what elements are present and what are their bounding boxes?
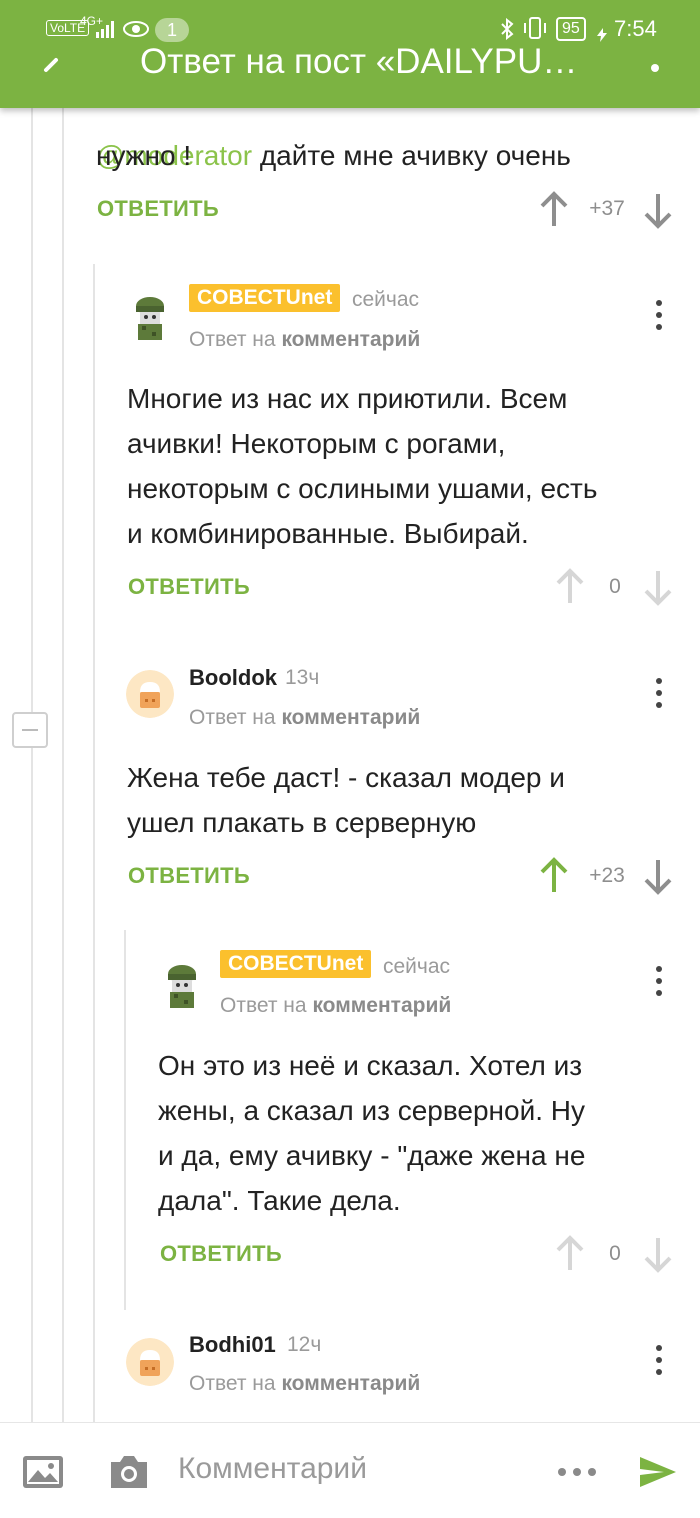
- comment-time: сейчас: [352, 288, 420, 311]
- comment-text: Многие из нас их приютили. Всем ачивки! …: [127, 383, 598, 549]
- app-header: VoLTE 4G+ 1 95 7:54 Ответ на пост «DAILY…: [0, 0, 700, 108]
- collapse-thread-button[interactable]: [12, 712, 48, 748]
- username-badge[interactable]: COBECTUnet: [189, 284, 341, 312]
- comment-menu-icon[interactable]: [654, 300, 664, 334]
- notification-count-badge: 1: [155, 18, 190, 42]
- thread-line: [93, 264, 95, 1422]
- signal-icon: [96, 20, 118, 44]
- comment-score: 0: [609, 575, 621, 598]
- upvote-arrow-icon[interactable]: [536, 190, 572, 230]
- upvote-arrow-icon[interactable]: [552, 567, 588, 607]
- downvote-arrow-icon[interactable]: [640, 856, 676, 896]
- reply-button[interactable]: ОТВЕТИТЬ: [160, 1241, 282, 1267]
- camera-icon[interactable]: [108, 1452, 150, 1495]
- comment-time: 12ч: [287, 1333, 322, 1356]
- thread-line: [124, 930, 126, 1310]
- reply-to-prefix: Ответ на: [220, 994, 307, 1017]
- battery-indicator: 95: [556, 17, 586, 41]
- comment-time: сейчас: [383, 955, 451, 978]
- page-title: Ответ на пост «DAILYPU…: [140, 42, 578, 81]
- username[interactable]: Bodhi01: [189, 1332, 276, 1358]
- reply-to-label: Ответ на комментарий: [189, 328, 420, 352]
- comment-input[interactable]: Комментарий: [178, 1452, 367, 1486]
- comment-text: Он это из неё и сказал. Хотел из жены, а…: [158, 1050, 586, 1216]
- reply-button[interactable]: ОТВЕТИТЬ: [128, 574, 250, 600]
- comment-text: Жена тебе даст! - сказал модер и ушел пл…: [127, 762, 565, 838]
- clock: 7:54: [614, 16, 657, 41]
- reply-to-link[interactable]: комментарий: [312, 994, 451, 1017]
- downvote-arrow-icon[interactable]: [640, 1234, 676, 1274]
- comment-menu-icon[interactable]: [654, 966, 664, 1000]
- avatar[interactable]: [158, 960, 206, 1008]
- reply-to-link[interactable]: комментарий: [281, 706, 420, 729]
- upvote-arrow-icon[interactable]: [536, 856, 572, 896]
- reply-to-prefix: Ответ на: [189, 706, 276, 729]
- avatar[interactable]: [126, 670, 174, 718]
- reply-to-link[interactable]: комментарий: [281, 328, 420, 351]
- reply-to-prefix: Ответ на: [189, 328, 276, 351]
- comment-menu-icon[interactable]: [654, 678, 664, 712]
- reply-to-link[interactable]: комментарий: [281, 1372, 420, 1395]
- thread-line: [31, 748, 33, 1422]
- reply-button[interactable]: ОТВЕТИТЬ: [128, 863, 250, 889]
- reply-to-label: Ответ на комментарий: [189, 706, 420, 730]
- send-icon[interactable]: [638, 1455, 678, 1494]
- upvote-arrow-icon[interactable]: [552, 1234, 588, 1274]
- comment-menu-icon[interactable]: [654, 1345, 664, 1379]
- more-menu-button[interactable]: [640, 40, 670, 80]
- thread-line: [31, 108, 33, 712]
- comment-time: 13ч: [285, 666, 320, 689]
- comment-score: +37: [589, 197, 625, 220]
- downvote-arrow-icon[interactable]: [640, 567, 676, 607]
- downvote-arrow-icon[interactable]: [640, 190, 676, 230]
- thread-line: [62, 108, 64, 1422]
- image-icon[interactable]: [22, 1455, 64, 1494]
- reply-to-label: Ответ на комментарий: [189, 1372, 420, 1396]
- username-badge[interactable]: COBECTUnet: [220, 950, 372, 978]
- username[interactable]: Booldok: [189, 665, 277, 691]
- avatar[interactable]: [126, 292, 174, 340]
- reply-to-label: Ответ на комментарий: [220, 994, 451, 1018]
- reply-button[interactable]: ОТВЕТИТЬ: [97, 196, 219, 222]
- back-button[interactable]: [36, 38, 66, 78]
- charging-icon: [596, 24, 608, 48]
- comment-score: +23: [589, 864, 625, 887]
- more-options-icon[interactable]: [556, 1465, 598, 1483]
- reply-to-prefix: Ответ на: [189, 1372, 276, 1395]
- comment-text-line: нужно !: [96, 140, 192, 171]
- avatar[interactable]: [126, 1338, 174, 1386]
- comment-score: 0: [609, 1242, 621, 1265]
